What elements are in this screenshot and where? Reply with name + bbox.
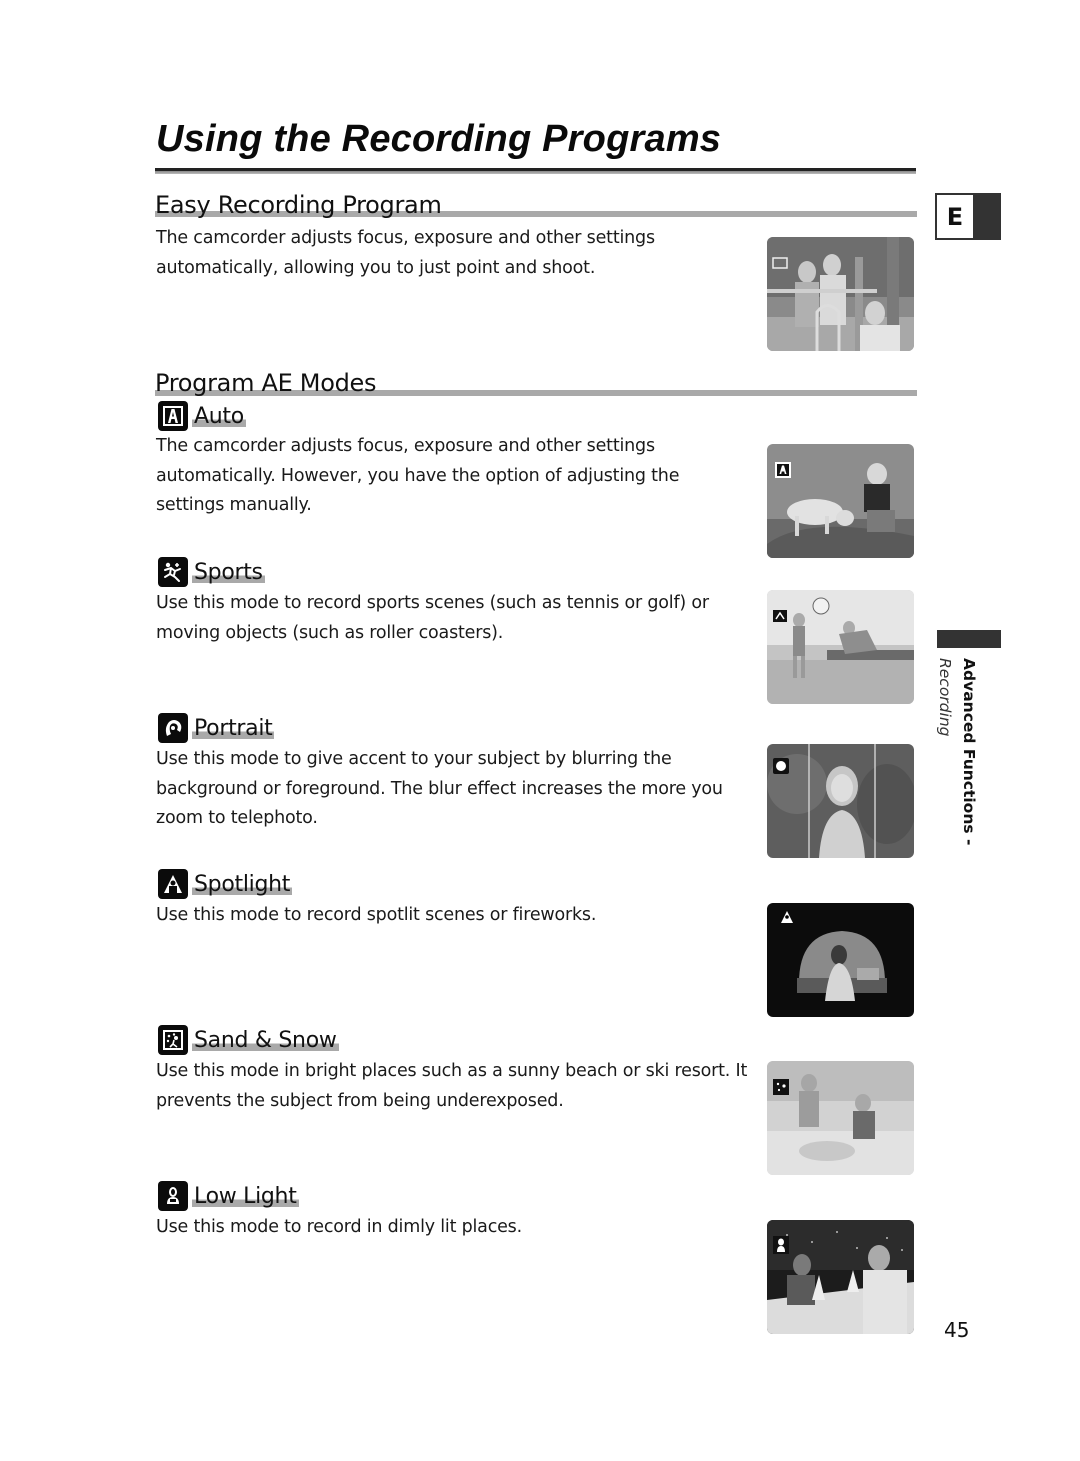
- text-line: The camcorder adjusts focus, exposure an…: [156, 228, 655, 248]
- easy-recording-heading: Easy Recording Program: [155, 191, 442, 219]
- mode-sports-text: Use this mode to record sports scenes (s…: [156, 589, 756, 648]
- mode-auto-heading: Auto: [158, 399, 246, 433]
- language-tab-letter: E: [935, 193, 975, 240]
- side-tab-section: Advanced Functions -: [960, 658, 978, 846]
- side-tab-subsection: Recording: [936, 658, 954, 737]
- text-line: zoom to telephoto.: [156, 808, 318, 828]
- side-tab-text: Advanced Functions - Recording: [930, 658, 990, 858]
- program-ae-heading: Program AE Modes: [155, 369, 377, 397]
- language-tab-marker: [975, 193, 1001, 240]
- sand-snow-mode-icon: [158, 1025, 188, 1055]
- side-tab-marker: [937, 630, 1001, 648]
- mode-sports-label: Sports: [192, 559, 265, 585]
- mode-auto-text: The camcorder adjusts focus, exposure an…: [156, 432, 756, 521]
- low-light-mode-icon: [158, 1181, 188, 1211]
- text-line: Use this mode to give accent to your sub…: [156, 749, 672, 769]
- text-line: automatically. However, you have the opt…: [156, 465, 680, 486]
- mode-spotlight-label: Spotlight: [192, 871, 293, 897]
- photo-boy-and-dog: [767, 444, 914, 558]
- spotlight-mode-icon: [158, 869, 188, 899]
- text-line: Use this mode to record in dimly lit pla…: [156, 1217, 522, 1237]
- portrait-mode-icon: [158, 713, 188, 743]
- mode-sand-snow-label: Sand & Snow: [192, 1027, 339, 1053]
- mode-portrait-heading: Portrait: [158, 711, 275, 745]
- text-line: automatically, allowing you to just poin…: [156, 257, 596, 278]
- text-line: Use this mode in bright places such as a…: [156, 1061, 748, 1081]
- mode-low-light-text: Use this mode to record in dimly lit pla…: [156, 1213, 756, 1243]
- title-rule: [155, 168, 916, 174]
- mode-sand-snow-text: Use this mode in bright places such as a…: [156, 1057, 766, 1116]
- photo-beach-volleyball: [767, 590, 914, 704]
- text-line: prevents the subject from being underexp…: [156, 1090, 564, 1111]
- photo-dinner-couple: [767, 1220, 914, 1334]
- page-title: Using the Recording Programs: [156, 118, 722, 160]
- mode-auto-label: Auto: [192, 403, 246, 429]
- mode-portrait-label: Portrait: [192, 715, 275, 741]
- easy-recording-text: The camcorder adjusts focus, exposure an…: [156, 224, 756, 283]
- text-line: Use this mode to record spotlit scenes o…: [156, 905, 597, 925]
- mode-sand-snow-heading: Sand & Snow: [158, 1023, 339, 1057]
- text-line: Use this mode to record sports scenes (s…: [156, 593, 709, 613]
- photo-kids-on-beach: [767, 1061, 914, 1175]
- photo-family-playground: [767, 237, 914, 351]
- page-number: 45: [944, 1318, 970, 1342]
- language-tab: E: [935, 193, 1001, 240]
- mode-low-light-label: Low Light: [192, 1183, 299, 1209]
- text-line: settings manually.: [156, 495, 312, 515]
- mode-spotlight-heading: Spotlight: [158, 867, 293, 901]
- text-line: background or foreground. The blur effec…: [156, 778, 723, 799]
- sports-mode-icon: [158, 557, 188, 587]
- mode-low-light-heading: Low Light: [158, 1179, 299, 1213]
- text-line: The camcorder adjusts focus, exposure an…: [156, 436, 655, 456]
- photo-girl-on-swing: [767, 744, 914, 858]
- auto-mode-icon: [158, 401, 188, 431]
- photo-stage-performer: [767, 903, 914, 1017]
- mode-sports-heading: Sports: [158, 555, 265, 589]
- mode-spotlight-text: Use this mode to record spotlit scenes o…: [156, 901, 756, 931]
- text-line: moving objects (such as roller coasters)…: [156, 622, 504, 643]
- mode-portrait-text: Use this mode to give accent to your sub…: [156, 745, 756, 834]
